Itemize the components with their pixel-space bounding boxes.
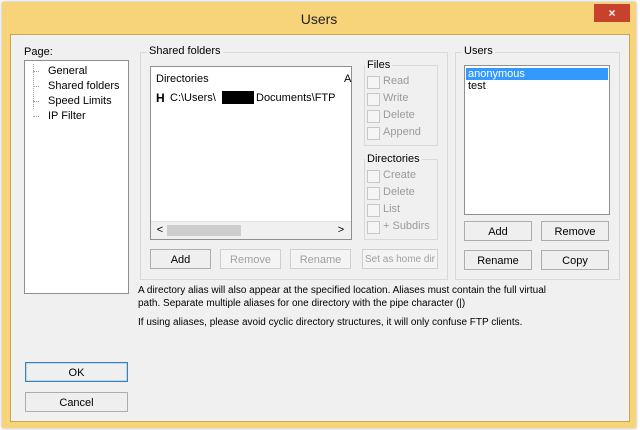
- close-icon: ×: [608, 6, 616, 20]
- alias-info-line-2: path. Separate multiple aliases for one …: [138, 298, 466, 309]
- rename-directory-button[interactable]: Rename: [290, 249, 351, 269]
- close-button[interactable]: ×: [594, 4, 630, 22]
- user-item-test[interactable]: test: [466, 80, 608, 92]
- users-list[interactable]: anonymous test: [464, 65, 610, 215]
- alias-info-line-1: A directory alias will also appear at th…: [138, 285, 546, 296]
- checkbox-box: [367, 221, 380, 234]
- title-bar[interactable]: Users ×: [2, 2, 636, 34]
- directories-column-header: Directories: [156, 73, 209, 85]
- add-directory-button[interactable]: Add: [150, 249, 211, 269]
- scroll-right-arrow-icon[interactable]: >: [335, 224, 347, 237]
- dir-create-label: Create: [383, 169, 417, 181]
- redaction-block: [222, 91, 254, 104]
- checkbox-box: [367, 127, 380, 140]
- file-append-label: Append: [383, 126, 421, 138]
- aliases-column-header: A: [344, 73, 352, 85]
- set-home-dir-button[interactable]: Set as home dir: [362, 249, 438, 269]
- dialog-body: Page: General Shared folders Speed Limit…: [10, 34, 630, 422]
- tree-connector: [33, 86, 39, 87]
- scroll-left-arrow-icon[interactable]: <: [154, 224, 166, 237]
- remove-directory-button[interactable]: Remove: [220, 249, 281, 269]
- page-item-speed-limits[interactable]: Speed Limits: [48, 95, 112, 107]
- directories-group-title: Directories: [365, 153, 422, 165]
- directory-path-start: C:\Users\: [170, 92, 216, 104]
- user-item-anonymous[interactable]: anonymous: [466, 68, 608, 80]
- checkbox-box: [367, 170, 380, 183]
- scroll-thumb[interactable]: [167, 225, 241, 236]
- home-dir-flag: H: [156, 91, 165, 105]
- tree-connector: [33, 101, 39, 102]
- file-write-label: Write: [383, 92, 409, 104]
- users-group-title: Users: [462, 45, 495, 57]
- files-group-title: Files: [365, 59, 393, 71]
- alias-info-line-3: If using aliases, please avoid cyclic di…: [138, 317, 523, 328]
- window-title: Users: [300, 11, 338, 27]
- page-item-ip-filter[interactable]: IP Filter: [48, 110, 86, 122]
- add-user-button[interactable]: Add: [464, 221, 532, 241]
- horizontal-scrollbar[interactable]: < >: [151, 221, 351, 239]
- page-tree[interactable]: General Shared folders Speed Limits IP F…: [24, 60, 129, 294]
- copy-user-button[interactable]: Copy: [541, 250, 609, 270]
- dir-list-label: List: [383, 203, 401, 215]
- directory-row[interactable]: H C:\Users\ Documents\FTP: [156, 91, 346, 105]
- checkbox-box: [367, 110, 380, 123]
- checkbox-box: [367, 93, 380, 106]
- tree-connector: [33, 116, 39, 117]
- dir-delete-label: Delete: [383, 186, 415, 198]
- ok-button[interactable]: OK: [25, 362, 128, 382]
- rename-user-button[interactable]: Rename: [464, 250, 532, 270]
- file-delete-label: Delete: [383, 109, 415, 121]
- tree-connector: [33, 71, 39, 72]
- shared-folders-group-title: Shared folders: [147, 45, 223, 57]
- directories-list[interactable]: Directories A H C:\Users\ Documents\FTP …: [150, 66, 352, 240]
- cancel-button[interactable]: Cancel: [25, 392, 128, 412]
- users-dialog-window: Users × Page: General Shared folders Spe…: [2, 2, 636, 428]
- page-label: Page:: [24, 46, 53, 58]
- page-item-shared-folders[interactable]: Shared folders: [48, 80, 120, 92]
- checkbox-box: [367, 76, 380, 89]
- checkbox-box: [367, 204, 380, 217]
- checkbox-box: [367, 187, 380, 200]
- remove-user-button[interactable]: Remove: [541, 221, 609, 241]
- directory-path-end: Documents\FTP: [256, 92, 336, 104]
- dir-subdirs-label: + Subdirs: [383, 220, 430, 232]
- file-read-label: Read: [383, 75, 410, 87]
- page-item-general[interactable]: General: [48, 65, 87, 77]
